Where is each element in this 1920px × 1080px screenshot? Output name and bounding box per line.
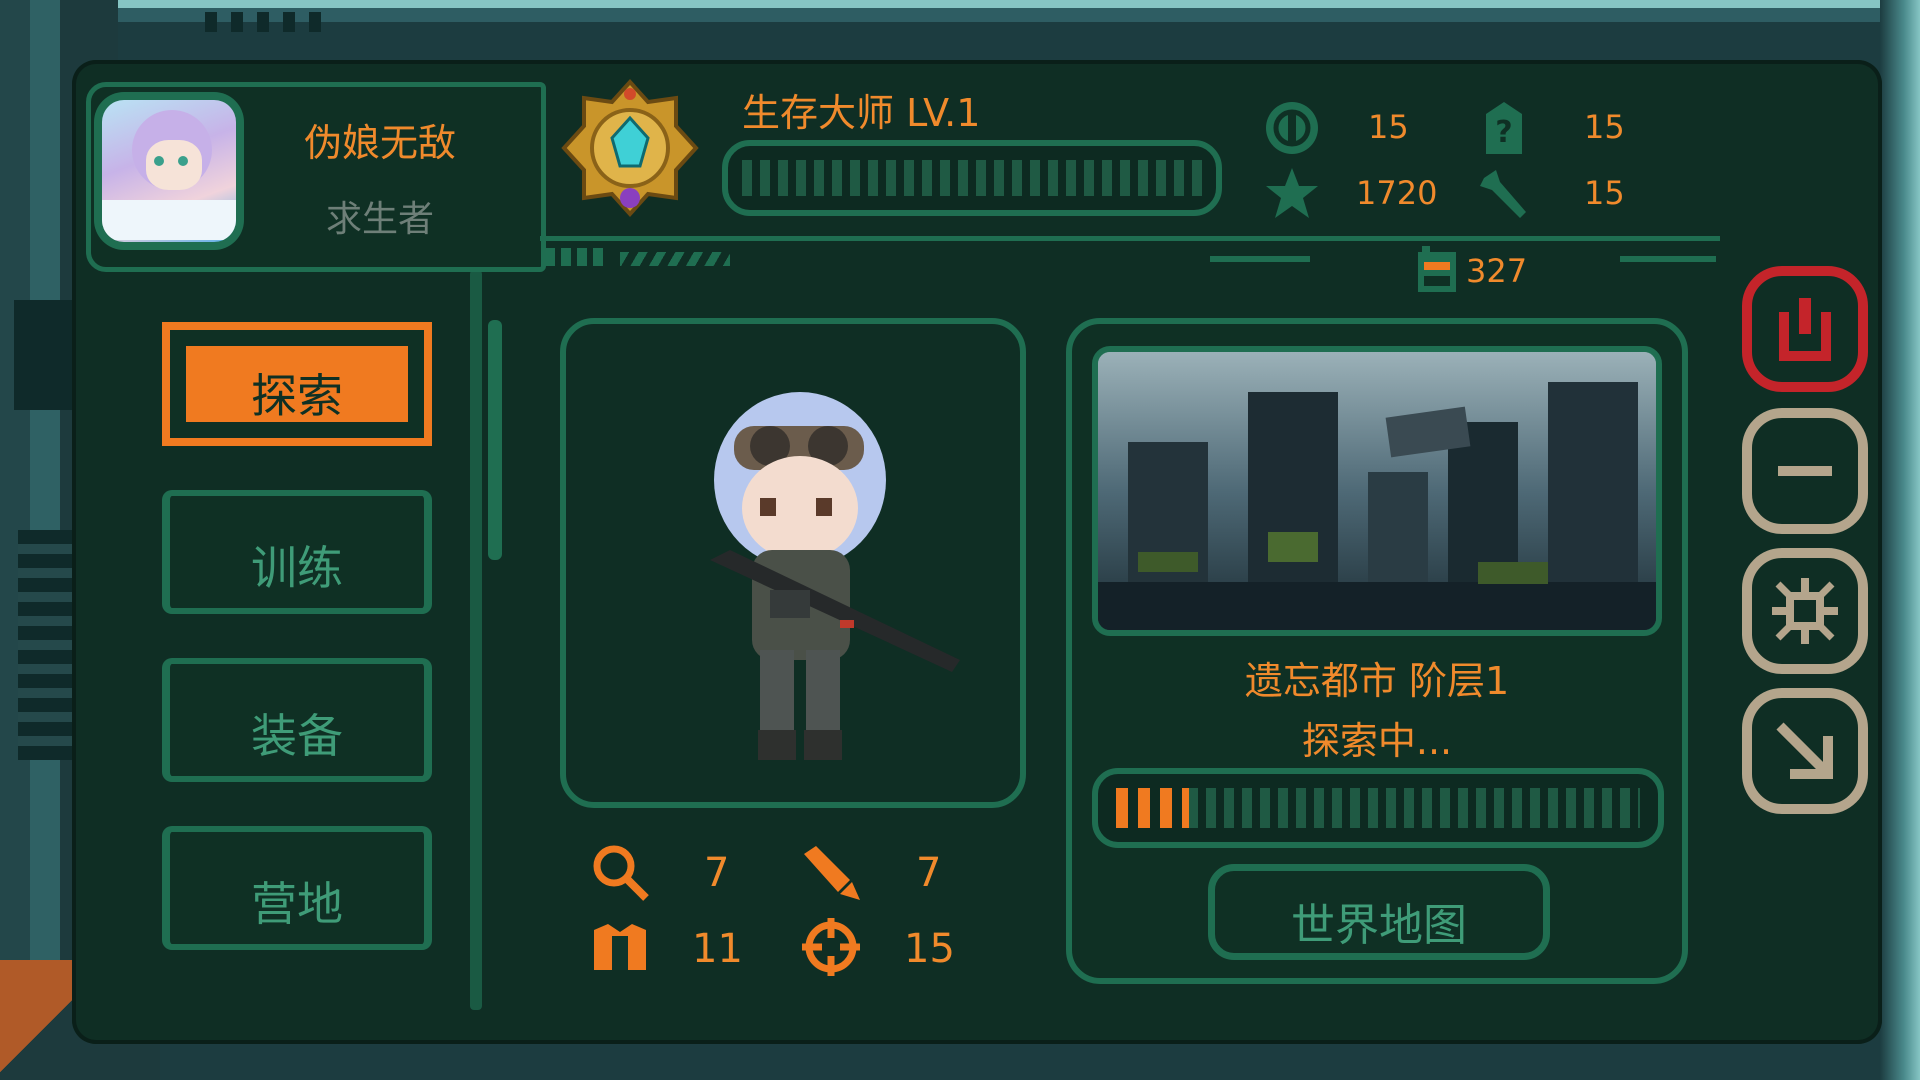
crosshair-icon xyxy=(802,918,860,976)
svg-text:?: ? xyxy=(1495,115,1512,150)
nav-equip-label: 装备 xyxy=(251,709,343,763)
exploration-progress-fill xyxy=(1116,788,1189,828)
minimize-button[interactable] xyxy=(1742,408,1868,534)
rank-medal-icon xyxy=(561,79,699,217)
nav-train-button[interactable]: 训练 xyxy=(162,490,432,614)
star-icon xyxy=(1266,168,1318,218)
settings-button[interactable] xyxy=(1742,548,1868,674)
map-name: 遗忘都市 阶层1 xyxy=(1244,659,1510,703)
ammo-value: 7 xyxy=(916,850,942,896)
coin-icon xyxy=(1266,102,1318,154)
power-icon xyxy=(1779,298,1831,361)
coin-count: 15 xyxy=(1368,108,1409,146)
scroll-indicator[interactable] xyxy=(488,320,502,560)
decor-line xyxy=(1210,256,1310,262)
battery-icon xyxy=(1418,246,1456,292)
gear-icon xyxy=(1772,578,1838,644)
decor-line-right xyxy=(1620,256,1716,262)
player-name: 伪娘无敌 xyxy=(303,121,456,165)
divider-rail xyxy=(470,270,482,1010)
world-map-button[interactable]: 世界地图 xyxy=(1208,864,1550,960)
star-count: 1720 xyxy=(1356,174,1438,212)
exploration-progress-bar xyxy=(1092,768,1664,848)
mystery-icon: ? xyxy=(1486,102,1522,154)
decor-bars xyxy=(545,248,605,266)
nav-train-label: 训练 xyxy=(251,541,343,595)
header-divider xyxy=(540,236,1720,241)
frame-right xyxy=(1880,0,1920,1080)
aim-value: 15 xyxy=(904,926,955,972)
nav-equip-button[interactable]: 装备 xyxy=(162,658,432,782)
battery-count: 327 xyxy=(1466,252,1528,290)
minus-icon xyxy=(1778,466,1832,476)
arrow-down-right-icon xyxy=(1776,722,1833,779)
armor-icon xyxy=(594,924,646,970)
character-sprite[interactable] xyxy=(690,390,970,770)
wrench-icon xyxy=(1480,170,1526,218)
avatar[interactable] xyxy=(94,92,244,250)
search-value: 7 xyxy=(704,850,730,896)
mystery-count: 15 xyxy=(1584,108,1625,146)
search-icon xyxy=(593,845,649,901)
collapse-button[interactable] xyxy=(1742,688,1868,814)
armor-value: 11 xyxy=(692,926,743,972)
rank-title: 生存大师 LV.1 xyxy=(742,91,981,135)
map-preview-image[interactable] xyxy=(1092,346,1662,636)
power-button[interactable] xyxy=(1742,266,1868,392)
nav-camp-button[interactable]: 营地 xyxy=(162,826,432,950)
decor-hatch xyxy=(620,252,730,266)
player-title: 求生者 xyxy=(325,199,434,240)
xp-progress-bar xyxy=(722,140,1222,216)
nav-explore-label: 探索 xyxy=(251,369,343,423)
nav-camp-label: 营地 xyxy=(251,877,343,931)
ammo-icon xyxy=(804,846,860,900)
exploration-status: 探索中... xyxy=(1301,719,1453,763)
nav-explore-button[interactable]: 探索 xyxy=(162,322,432,446)
world-map-label: 世界地图 xyxy=(1291,900,1467,951)
tool-count: 15 xyxy=(1584,174,1625,212)
frame-top-vent xyxy=(205,12,325,32)
